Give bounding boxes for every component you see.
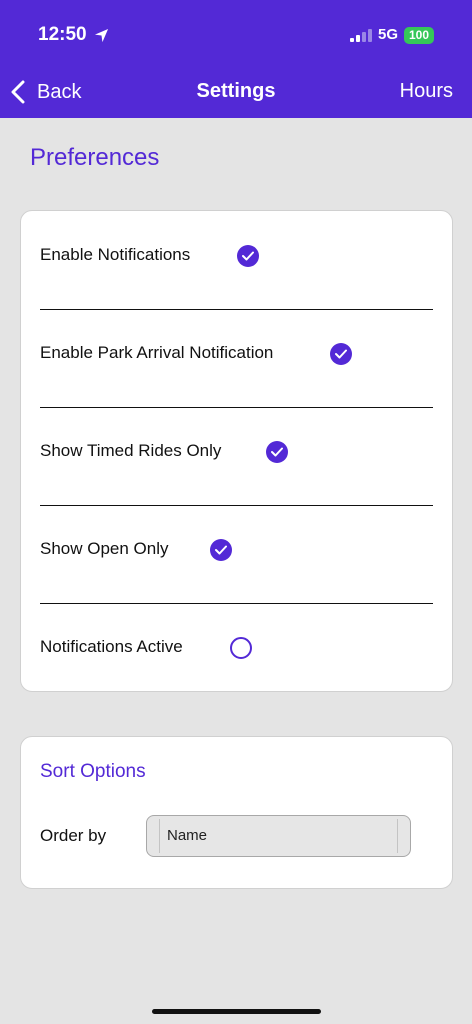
preferences-heading: Preferences	[30, 144, 160, 171]
signal-bars-icon	[350, 29, 372, 42]
order-by-select[interactable]: Name	[146, 815, 411, 857]
timed-rides-checkbox[interactable]	[266, 441, 288, 463]
sort-options-title: Sort Options	[40, 761, 146, 782]
checkmark-icon	[242, 251, 254, 261]
battery-icon: 100	[404, 27, 434, 44]
hours-button[interactable]: Hours	[400, 80, 453, 103]
open-only-checkbox[interactable]	[210, 539, 232, 561]
network-type: 5G	[378, 26, 399, 43]
pref-label: Show Open Only	[40, 539, 169, 558]
sort-options-card: Sort Options Order by Name	[20, 736, 453, 889]
location-arrow-icon	[94, 28, 109, 43]
pref-row-open-only: Show Open Only	[40, 505, 433, 604]
enable-notifications-checkbox[interactable]	[237, 245, 259, 267]
pref-row-notifications-active: Notifications Active	[40, 603, 433, 701]
park-arrival-checkbox[interactable]	[330, 343, 352, 365]
preferences-card: Enable Notifications Enable Park Arrival…	[20, 210, 453, 692]
notifications-active-checkbox[interactable]	[230, 637, 252, 659]
pref-label: Show Timed Rides Only	[40, 441, 222, 460]
order-by-label: Order by	[40, 826, 107, 845]
home-indicator[interactable]	[152, 1009, 321, 1014]
status-time: 12:50	[38, 24, 87, 45]
pref-row-timed-rides: Show Timed Rides Only	[40, 407, 433, 506]
order-by-value: Name	[167, 827, 208, 844]
top-bar: 12:50 5G 100 Back Settings Hours	[0, 0, 472, 118]
checkmark-icon	[215, 545, 227, 555]
pref-label: Notifications Active	[40, 637, 183, 656]
pref-row-enable-notifications: Enable Notifications	[40, 211, 433, 310]
pref-row-park-arrival: Enable Park Arrival Notification	[40, 309, 433, 408]
checkmark-icon	[271, 447, 283, 457]
checkmark-icon	[335, 349, 347, 359]
pref-label: Enable Park Arrival Notification	[40, 343, 274, 362]
pref-label: Enable Notifications	[40, 245, 191, 264]
